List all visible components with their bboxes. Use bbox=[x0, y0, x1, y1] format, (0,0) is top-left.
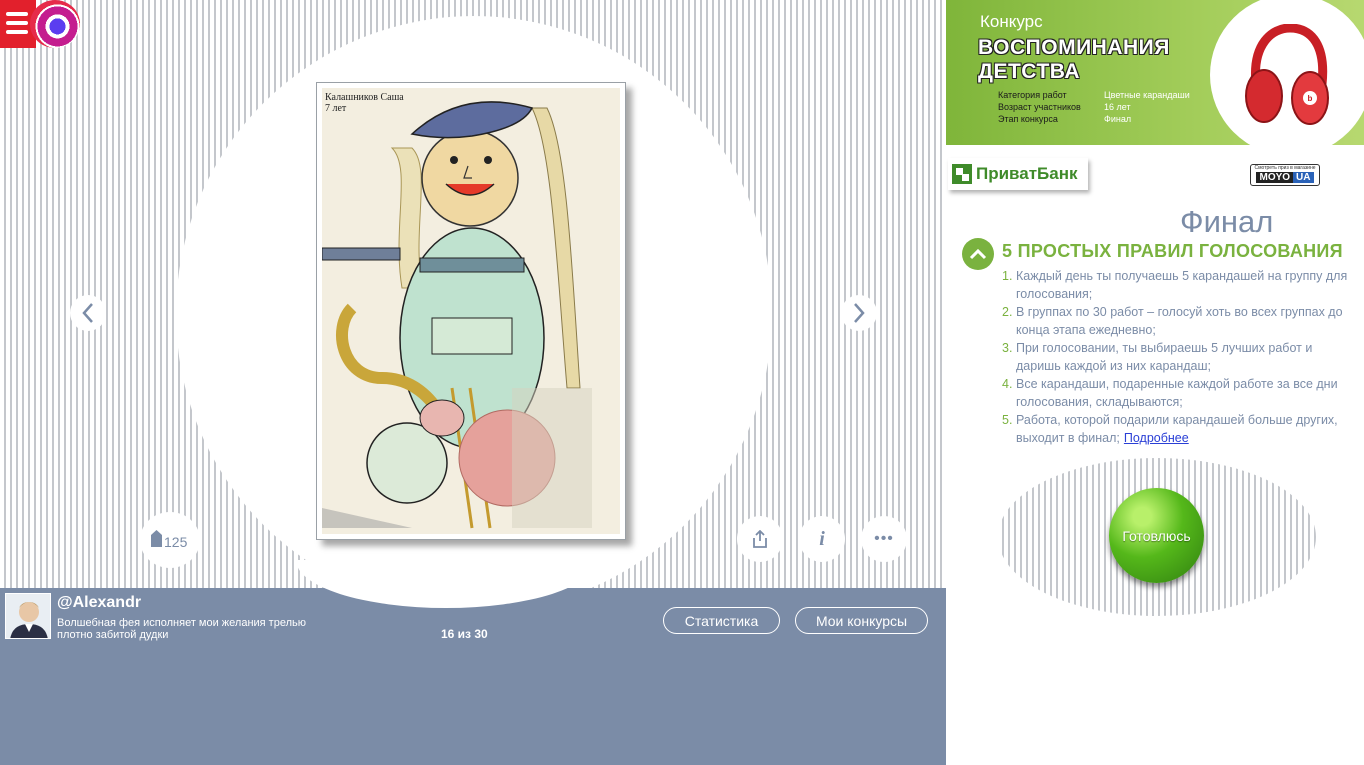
artwork-author-name: Калашников Саша bbox=[325, 92, 404, 103]
banner-title: ВОСПОМИНАНИЯ ДЕТСТВА bbox=[978, 36, 1170, 84]
headphones-icon: b bbox=[1245, 24, 1329, 125]
avatar-image bbox=[6, 594, 50, 638]
banner-row-key: Этап конкурса bbox=[998, 114, 1058, 124]
menu-icon bbox=[6, 12, 28, 16]
ready-button[interactable]: Готовлюсь bbox=[1109, 488, 1204, 583]
rule-number: 5. bbox=[1002, 413, 1013, 427]
banner-title-line: ДЕТСТВА bbox=[978, 60, 1081, 83]
statistics-button[interactable]: Статистика bbox=[663, 607, 780, 634]
artwork-caption: Калашников Саша 7 лет bbox=[325, 92, 404, 114]
artwork-frame[interactable]: Калашников Саша 7 лет bbox=[316, 82, 626, 540]
rule-item: 1. Каждый день ты получаешь 5 карандашей … bbox=[1002, 267, 1352, 303]
banner-kicker: Конкурс bbox=[980, 12, 1043, 31]
contest-banner[interactable]: Конкурс ВОСПОМИНАНИЯ ДЕТСТВА Категория р… bbox=[946, 0, 1364, 145]
share-icon bbox=[753, 530, 767, 548]
more-link[interactable]: Подробнее bbox=[1124, 431, 1189, 445]
username[interactable]: @Alexandr bbox=[57, 594, 141, 612]
moyo-wordmark: MOYO UA bbox=[1251, 172, 1319, 183]
artwork-author-age: 7 лет bbox=[325, 103, 347, 114]
info-button[interactable]: i bbox=[799, 516, 845, 562]
user-status: Волшебная фея исполняет мои желания трел… bbox=[57, 617, 306, 641]
more-icon: ••• bbox=[874, 530, 894, 547]
privatbank-text: ПриватБанк bbox=[976, 164, 1078, 183]
rule-number: 2. bbox=[1002, 305, 1013, 319]
app-logo[interactable] bbox=[30, 0, 80, 48]
banner-title-line: ВОСПОМИНАНИЯ bbox=[978, 36, 1170, 59]
share-button[interactable] bbox=[737, 516, 783, 562]
moyo-logo[interactable]: Смотреть приз в магазине MOYO UA bbox=[1250, 164, 1320, 186]
rule-number: 3. bbox=[1002, 341, 1013, 355]
rule-text: Каждый день ты получаешь 5 карандашей на… bbox=[1016, 269, 1348, 301]
app-root: Калашников Саша 7 лет 125 i ••• @Alexand… bbox=[0, 0, 1364, 765]
artwork-image: Калашников Саша 7 лет bbox=[322, 88, 620, 534]
info-icon: i bbox=[819, 527, 825, 550]
banner-row-value: Цветные карандаши bbox=[1104, 90, 1190, 100]
banner-row-value: 16 лет bbox=[1104, 102, 1131, 112]
menu-button[interactable] bbox=[0, 0, 80, 48]
moyo-caption: Смотреть приз в магазине bbox=[1254, 165, 1316, 171]
banner-row: Категория работ Цветные карандаши bbox=[998, 90, 1190, 100]
votes-count: 125 bbox=[164, 534, 188, 550]
moyo-left: MOYO bbox=[1256, 172, 1294, 183]
menu-icon-line bbox=[6, 21, 28, 25]
moyo-right: UA bbox=[1293, 172, 1314, 183]
rule-item: 5. Работа, которой подарили карандашей бо… bbox=[1002, 411, 1352, 447]
pencil-icon bbox=[151, 530, 162, 547]
rule-text: Все карандаши, подаренные каждой работе … bbox=[1016, 377, 1338, 409]
rule-item: 3. При голосовании, ты выбираешь 5 лучших… bbox=[1002, 339, 1352, 375]
more-button[interactable]: ••• bbox=[861, 516, 907, 562]
avatar[interactable] bbox=[5, 593, 51, 639]
rule-item: 2. В группах по 30 работ – голосуй хоть в… bbox=[1002, 303, 1352, 339]
rules-list: 1. Каждый день ты получаешь 5 карандашей … bbox=[1002, 267, 1352, 447]
privatbank-mark bbox=[952, 164, 972, 184]
artwork-stage: Калашников Саша 7 лет 125 i ••• bbox=[0, 0, 946, 588]
votes-counter: 125 bbox=[140, 512, 200, 568]
rule-text: В группах по 30 работ – голосуй хоть во … bbox=[1016, 305, 1343, 337]
gallery-counter: 16 из 30 bbox=[441, 627, 488, 641]
chevron-left-icon bbox=[82, 303, 93, 323]
banner-row-key: Возраст участников bbox=[998, 102, 1081, 112]
rules-title: 5 ПРОСТЫХ ПРАВИЛ ГОЛОСОВАНИЯ bbox=[1002, 241, 1343, 261]
svg-text:b: b bbox=[1308, 94, 1313, 103]
stage-label: Финал bbox=[1180, 204, 1274, 239]
rule-number: 1. bbox=[1002, 269, 1013, 283]
chevron-right-icon bbox=[854, 303, 865, 323]
privatbank-logo[interactable]: ПриватБанк bbox=[948, 158, 1088, 190]
banner-row-key: Категория работ bbox=[998, 90, 1067, 100]
rule-number: 4. bbox=[1002, 377, 1013, 391]
banner-row: Этап конкурса Финал bbox=[998, 114, 1131, 124]
collapse-button[interactable] bbox=[962, 238, 994, 270]
banner-row: Возраст участников 16 лет bbox=[998, 102, 1131, 112]
child-drawing bbox=[322, 88, 620, 534]
my-contests-button[interactable]: Мои конкурсы bbox=[795, 607, 928, 634]
next-button[interactable] bbox=[841, 295, 877, 331]
banner-row-value: Финал bbox=[1104, 114, 1132, 124]
rule-item: 4. Все карандаши, подаренные каждой работ… bbox=[1002, 375, 1352, 411]
menu-icon-line bbox=[6, 30, 28, 34]
prev-button[interactable] bbox=[70, 295, 106, 331]
chevron-up-icon bbox=[969, 248, 987, 260]
rule-text: При голосовании, ты выбираешь 5 лучших р… bbox=[1016, 341, 1313, 373]
